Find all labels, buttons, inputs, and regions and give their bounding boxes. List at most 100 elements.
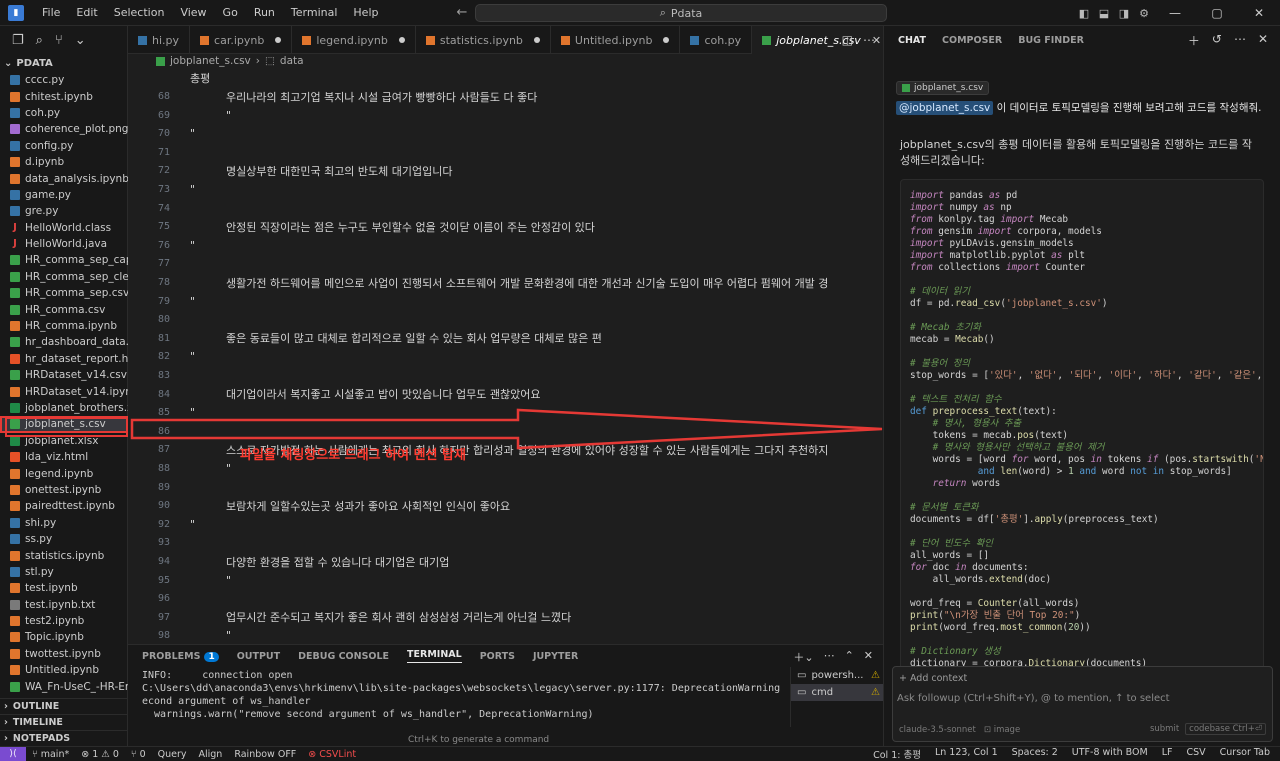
file-item[interactable]: lda_viz.html: [0, 449, 128, 465]
file-item[interactable]: gre.py: [0, 203, 128, 219]
align-status[interactable]: Align: [199, 749, 223, 760]
explorer-root[interactable]: ⌄ PDATA: [0, 54, 127, 72]
menu-item-run[interactable]: Run: [246, 0, 283, 26]
file-item[interactable]: test.ipynb: [0, 580, 128, 596]
file-context-chip[interactable]: jobplanet_s.csv: [896, 81, 990, 95]
file-item[interactable]: d.ipynb: [0, 154, 128, 170]
ports-status[interactable]: ⑂ 0: [131, 749, 146, 760]
file-item[interactable]: cccc.py: [0, 72, 128, 88]
unsaved-dot-icon[interactable]: [533, 37, 540, 43]
file-item[interactable]: WA_Fn-UseC_-HR-Em...: [0, 678, 128, 694]
menu-item-file[interactable]: File: [34, 0, 68, 26]
breadcrumb-symbol[interactable]: data: [280, 55, 304, 67]
panel-tab-terminal[interactable]: TERMINAL: [407, 649, 462, 663]
panel-tab-debug-console[interactable]: DEBUG CONSOLE: [298, 651, 389, 662]
panel-tab-output[interactable]: OUTPUT: [237, 651, 280, 662]
search-icon[interactable]: ⌕: [36, 33, 43, 48]
code-block[interactable]: import pandas as pd import numpy as np fro…: [900, 179, 1264, 674]
maximize-panel-icon[interactable]: ⌃: [845, 649, 854, 665]
tab-legend-ipynb[interactable]: legend.ipynb: [292, 26, 416, 54]
file-item[interactable]: onettest.ipynb: [0, 482, 128, 498]
menu-item-go[interactable]: Go: [215, 0, 246, 26]
file-item[interactable]: J HelloWorld.java: [0, 236, 128, 252]
file-mention[interactable]: @jobplanet_s.csv: [896, 101, 994, 115]
file-item[interactable]: Topic.ipynb: [0, 629, 128, 645]
add-context-button[interactable]: + Add context: [899, 673, 967, 684]
file-item[interactable]: HR_comma.ipynb: [0, 318, 128, 334]
more-actions-icon[interactable]: ⋯: [863, 33, 875, 47]
file-item[interactable]: twottest.ipynb: [0, 646, 128, 662]
eol-status[interactable]: LF: [1162, 747, 1173, 761]
remote-icon[interactable]: ⟩⟨: [0, 746, 26, 761]
close-panel-icon[interactable]: ✕: [864, 649, 873, 665]
menu-item-view[interactable]: View: [172, 0, 214, 26]
more-actions-icon[interactable]: ⋯: [1234, 32, 1246, 49]
csvlint-status[interactable]: ⊗ CSVLint: [308, 749, 356, 760]
panel-tab-problems[interactable]: PROBLEMS 1: [142, 651, 219, 662]
command-center-search[interactable]: ⌕ Pdata: [475, 4, 887, 22]
panel-tab-ports[interactable]: PORTS: [480, 651, 515, 662]
indent-status[interactable]: Spaces: 2: [1012, 747, 1058, 761]
toggle-sidebar-icon[interactable]: ◧: [1074, 7, 1094, 20]
file-item[interactable]: HR_comma.csv: [0, 301, 128, 317]
file-item[interactable]: hr_dashboard_data.csv: [0, 334, 128, 350]
file-item[interactable]: pairedttest.ipynb: [0, 498, 128, 514]
file-item[interactable]: HRDataset_v14.csv: [0, 367, 128, 383]
menu-item-edit[interactable]: Edit: [68, 0, 105, 26]
split-editor-icon[interactable]: ◫: [842, 33, 853, 47]
file-item[interactable]: legend.ipynb: [0, 465, 128, 481]
file-item[interactable]: test.ipynb.txt: [0, 597, 128, 613]
file-item[interactable]: jobplanet_brothers.xlsx: [0, 400, 128, 416]
unsaved-dot-icon[interactable]: [275, 37, 282, 43]
file-item[interactable]: J HelloWorld.class: [0, 220, 128, 236]
file-item[interactable]: stl.py: [0, 564, 128, 580]
maximize-button[interactable]: ▢: [1196, 6, 1238, 20]
cursor-position-status[interactable]: Ln 123, Col 1: [935, 747, 998, 761]
outline-section[interactable]: › OUTLINE: [0, 698, 128, 714]
unsaved-dot-icon[interactable]: [663, 37, 670, 43]
file-item[interactable]: data_analysis.ipynb: [0, 170, 128, 186]
language-status[interactable]: CSV: [1186, 747, 1205, 761]
query-status[interactable]: Query: [158, 749, 187, 760]
rainbow-status[interactable]: Rainbow OFF: [234, 749, 296, 760]
terminal-output[interactable]: INFO: connection open C:\Users\dd\anacond…: [142, 669, 782, 721]
file-item[interactable]: HR_comma_sep_clean...: [0, 269, 128, 285]
tab-car-ipynb[interactable]: car.ipynb: [190, 26, 293, 54]
column-status[interactable]: Col 1: 총평: [873, 747, 921, 761]
chat-tab-bug-finder[interactable]: BUG FINDER: [1018, 35, 1084, 46]
new-chat-icon[interactable]: ＋: [1188, 32, 1200, 49]
model-selector[interactable]: claude-3.5-sonnet ⊡ image: [899, 725, 1020, 735]
file-item[interactable]: coh.py: [0, 105, 128, 121]
tab-untitled-ipynb[interactable]: Untitled.ipynb: [551, 26, 681, 54]
file-item[interactable]: game.py: [0, 187, 128, 203]
toggle-panel-icon[interactable]: ⬓: [1094, 7, 1114, 20]
settings-gear-icon[interactable]: ⚙: [1134, 7, 1154, 20]
notepads-section[interactable]: › NOTEPADS: [0, 730, 128, 746]
file-item[interactable]: ss.py: [0, 531, 128, 547]
file-item[interactable]: HRDataset_v14.ipynb...: [0, 383, 128, 399]
close-window-button[interactable]: ✕: [1238, 6, 1280, 20]
panel-tab-jupyter[interactable]: JUPYTER: [533, 651, 578, 662]
file-item[interactable]: hr_dataset_report.html: [0, 351, 128, 367]
tab-statistics-ipynb[interactable]: statistics.ipynb: [416, 26, 551, 54]
menu-item-help[interactable]: Help: [345, 0, 386, 26]
timeline-section[interactable]: › TIMELINE: [0, 714, 128, 730]
branch-status[interactable]: ⑂ main*: [32, 749, 69, 760]
files-icon[interactable]: ❐: [12, 33, 24, 48]
chevron-down-icon[interactable]: ⌄: [75, 33, 86, 48]
menu-item-selection[interactable]: Selection: [106, 0, 173, 26]
toggle-secondary-sidebar-icon[interactable]: ◨: [1114, 7, 1134, 20]
image-icon[interactable]: ⊡ image: [984, 725, 1020, 735]
back-arrow-icon[interactable]: ←: [456, 5, 467, 20]
tab-hi-py[interactable]: hi.py: [128, 26, 191, 54]
terminal-item-cmd[interactable]: ▭ cmd ⚠: [791, 684, 883, 701]
menu-item-terminal[interactable]: Terminal: [283, 0, 346, 26]
source-control-icon[interactable]: ⑂: [55, 33, 63, 48]
cursor-tab-status[interactable]: Cursor Tab: [1220, 747, 1270, 761]
more-actions-icon[interactable]: ⋯: [824, 649, 835, 665]
file-item[interactable]: Untitled.ipynb: [0, 662, 128, 678]
minimize-button[interactable]: —: [1154, 6, 1196, 20]
problems-status[interactable]: ⊗ 1 ⚠ 0: [81, 749, 119, 760]
file-item[interactable]: coherence_plot.png: [0, 121, 128, 137]
close-icon[interactable]: ✕: [1258, 32, 1268, 49]
